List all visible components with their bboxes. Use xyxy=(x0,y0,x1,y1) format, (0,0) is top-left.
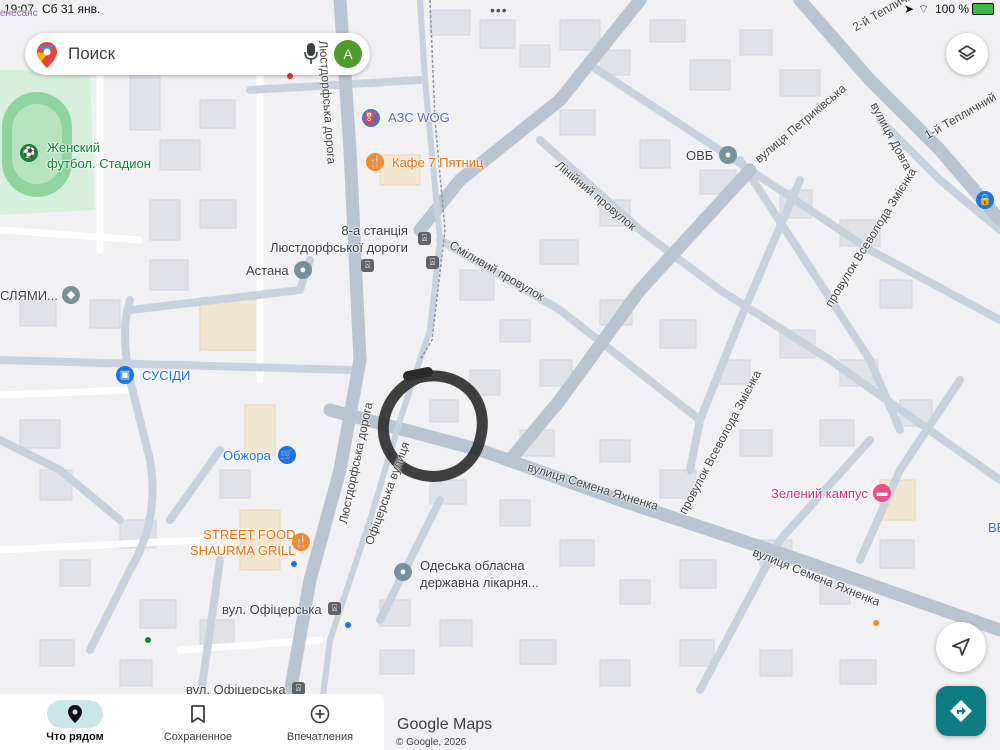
wifi-icon: ⌔ xyxy=(918,2,930,16)
bus-stop-icon[interactable]: ⍓ xyxy=(361,259,374,272)
restaurant-icon[interactable]: 🍴 xyxy=(366,153,384,171)
google-maps-pin-icon xyxy=(37,42,57,68)
directions-button[interactable] xyxy=(936,686,986,736)
restaurant-icon-2[interactable]: 🍴 xyxy=(292,533,310,551)
poi-street-food[interactable]: STREET FOOD SHAURMA GRILL xyxy=(190,527,295,559)
layers-icon xyxy=(958,45,976,61)
battery-icon xyxy=(972,3,994,15)
navigation-arrow-icon xyxy=(952,638,970,656)
bottom-navigation: Что рядом Сохраненное Впечатления xyxy=(0,694,384,750)
bookmark-icon xyxy=(170,700,226,728)
avatar[interactable]: A xyxy=(334,40,362,68)
tab-explore-label: Что рядом xyxy=(46,731,104,743)
poi-street-food-line2: SHAURMA GRILL xyxy=(190,543,296,558)
shopping-cart-icon[interactable]: 🛒 xyxy=(278,446,296,464)
place-icon[interactable]: ● xyxy=(294,261,312,279)
place-icon-2[interactable]: ● xyxy=(719,146,737,164)
location-pin-icon xyxy=(47,700,103,728)
tab-contribute-label: Впечатления xyxy=(286,731,354,743)
tab-saved[interactable]: Сохраненное xyxy=(138,694,258,750)
poi-station-line2: Люстдорфської дороги xyxy=(270,240,408,255)
poi-ve[interactable]: ВЕ xyxy=(988,520,1000,535)
poi-hospital[interactable]: Одеська обласна державна лікарня... xyxy=(420,557,539,591)
gas-station-icon[interactable]: ⛽ xyxy=(362,109,380,127)
poi-stadium[interactable]: Женский футбол. Стадион xyxy=(47,140,151,172)
poi-astana[interactable]: Астана xyxy=(246,263,289,278)
status-date: Сб 31 янв. xyxy=(42,2,101,16)
search-input[interactable]: Поиск xyxy=(68,44,115,64)
poi-ovb[interactable]: ОВБ xyxy=(686,148,713,163)
poi-street-food-line1: STREET FOOD xyxy=(203,527,296,542)
corner-map-label: енесанс xyxy=(0,8,38,19)
tab-contribute[interactable]: Впечатления xyxy=(260,694,380,750)
small-poi-dot[interactable] xyxy=(287,73,293,79)
add-circle-icon xyxy=(292,700,348,728)
poi-ofitserska-stop-1[interactable]: вул. Офіцерська xyxy=(222,602,322,617)
tram-stop-icon[interactable]: ⍓ xyxy=(418,232,431,245)
poi-stadium-line1: Женский xyxy=(47,140,100,155)
poi-station-line1: 8-а станція xyxy=(341,223,408,238)
small-poi-dot-2[interactable] xyxy=(291,561,297,567)
layers-button[interactable] xyxy=(946,33,988,75)
tram-stop-icon-2[interactable]: ⍓ xyxy=(426,256,439,269)
poi-slyami[interactable]: СЛЯМИ... xyxy=(0,288,58,303)
lock-icon[interactable]: 🔒 xyxy=(976,191,994,209)
copyright-text: © Google, 2026 xyxy=(396,737,467,748)
hospital-icon[interactable]: ● xyxy=(394,563,412,581)
hotel-icon[interactable]: ▬ xyxy=(873,484,891,502)
stadium-pin[interactable]: ⚽ xyxy=(20,144,38,162)
small-poi-dot-5[interactable] xyxy=(873,620,879,626)
small-poi-dot-3[interactable] xyxy=(345,622,351,628)
tram-stop-icon-3[interactable]: ⍓ xyxy=(328,602,341,615)
tab-saved-label: Сохраненное xyxy=(163,731,233,743)
poi-stadium-line2: футбол. Стадион xyxy=(47,156,151,171)
poi-hospital-line2: державна лікарня... xyxy=(420,575,539,590)
poi-zelenyi[interactable]: Зелений кампус xyxy=(771,486,868,501)
poi-hospital-line1: Одеська обласна xyxy=(420,558,525,573)
poi-obzhora[interactable]: Обжора xyxy=(223,448,271,463)
status-bar: 19:07 Сб 31 янв. ••• ➤ ⌔ 100 % xyxy=(0,0,1000,18)
google-maps-logo: Google Maps xyxy=(397,716,493,733)
shop-icon[interactable]: ▣ xyxy=(116,366,134,384)
tab-explore[interactable]: Что рядом xyxy=(15,694,135,750)
small-poi-dot-4[interactable] xyxy=(145,637,151,643)
multitask-dots[interactable]: ••• xyxy=(490,2,508,18)
my-location-button[interactable] xyxy=(936,622,986,672)
poi-cafe[interactable]: Кафе 7 Пятниц xyxy=(392,155,483,170)
poi-station[interactable]: 8-а станція Люстдорфської дороги xyxy=(270,222,408,256)
status-battery: 100 % xyxy=(935,2,970,16)
education-icon[interactable]: ◆ xyxy=(62,286,80,304)
directions-icon xyxy=(950,700,972,722)
poi-susidy[interactable]: СУСІДИ xyxy=(142,368,190,383)
poi-azs[interactable]: АЗС WOG xyxy=(388,110,450,125)
